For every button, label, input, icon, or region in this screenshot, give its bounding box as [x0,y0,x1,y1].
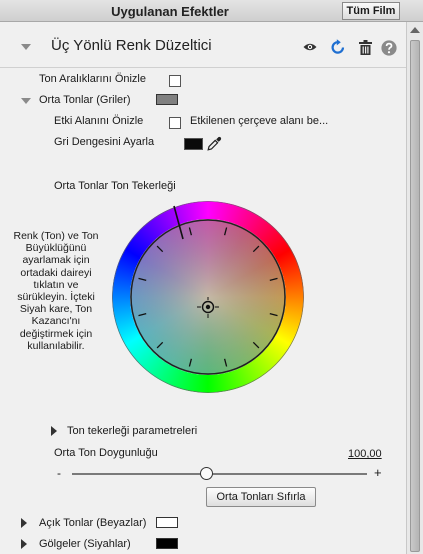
scroll-thumb[interactable] [410,40,420,552]
gray-balance-label: Gri Dengesini Ayarla [54,136,155,148]
midtone-color-swatch[interactable] [156,94,178,105]
eye-icon[interactable] [303,42,317,52]
midtones-color-wheel[interactable] [112,201,304,393]
expand-parameters-icon[interactable] [51,426,57,436]
midtones-label[interactable]: Orta Tonlar (Griler) [39,94,130,106]
color-wheel-graphic[interactable] [112,201,304,393]
saturation-label: Orta Ton Doygunluğu [54,447,158,459]
preview-affected-description: Etkilenen çerçeve alanı be... [190,115,329,127]
saturation-slider-track[interactable] [72,473,367,475]
shadows-label[interactable]: Gölgeler (Siyahlar) [39,538,131,550]
expand-highlights-icon[interactable] [21,518,27,528]
scroll-up-arrow[interactable] [409,24,421,36]
help-icon[interactable] [381,40,397,56]
saturation-slider-thumb[interactable] [200,467,213,480]
view-all-button[interactable]: Tüm Film [342,2,400,20]
highlights-label[interactable]: Açık Tonlar (Beyazlar) [39,517,146,529]
saturation-value[interactable]: 100,00 [348,448,382,460]
reset-icon[interactable] [330,39,346,55]
panel-header: Uygulanan Efektler Tüm Film [0,0,423,22]
panel-title: Uygulanan Efektler [111,4,229,19]
effect-title: Üç Yönlü Renk Düzeltici [51,37,212,54]
trash-icon[interactable] [359,40,372,55]
preview-ranges-checkbox[interactable] [169,75,181,87]
preview-affected-label: Etki Alanını Önizle [54,115,144,127]
collapse-midtones-icon[interactable] [21,98,31,104]
saturation-plus-icon[interactable]: + [374,465,382,480]
eyedropper-icon[interactable] [207,136,222,151]
effect-header[interactable]: Üç Yönlü Renk Düzeltici [0,22,406,68]
wheel-help-text: Renk (Ton) ve Ton Büyüklüğünü ayarlamak … [13,230,99,352]
highlights-color-swatch[interactable] [156,517,178,528]
preview-affected-checkbox[interactable] [169,117,181,129]
collapse-effect-icon[interactable] [21,44,31,50]
wheel-title: Orta Tonlar Ton Tekerleği [54,180,176,192]
reset-midtones-button[interactable]: Orta Tonları Sıfırla [206,487,316,507]
saturation-minus-icon[interactable]: - [57,466,61,480]
gray-balance-swatch[interactable] [184,138,203,150]
preview-ranges-label: Ton Aralıklarını Önizle [39,73,146,85]
scrollbar[interactable] [406,22,423,554]
wheel-parameters-label[interactable]: Ton tekerleği parametreleri [67,425,197,437]
expand-shadows-icon[interactable] [21,539,27,549]
shadows-color-swatch[interactable] [156,538,178,549]
